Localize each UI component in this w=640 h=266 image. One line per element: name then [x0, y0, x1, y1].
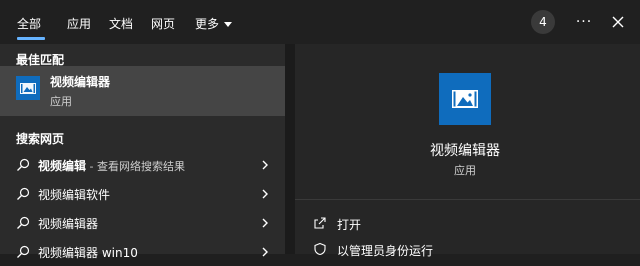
web-result-main: 视频编辑器 win10	[38, 246, 138, 260]
best-match-title: 视频编辑器	[50, 75, 111, 89]
web-result-text: 视频编辑 - 查看网络搜索结果	[38, 157, 185, 174]
open-action-label: 打开	[337, 218, 362, 232]
web-result-row[interactable]: 视频编辑软件	[0, 180, 285, 208]
pane-divider	[285, 44, 295, 254]
chevron-right-icon[interactable]	[260, 188, 270, 200]
search-icon	[17, 245, 30, 258]
web-result-row[interactable]: 视频编辑器 win10	[0, 238, 285, 266]
tab-more[interactable]: 更多	[195, 15, 233, 32]
search-icon	[17, 158, 30, 171]
chevron-right-icon[interactable]	[260, 246, 270, 258]
web-result-row[interactable]: 视频编辑 - 查看网络搜索结果	[0, 151, 285, 179]
open-icon	[314, 217, 326, 229]
video-editor-app-icon	[439, 73, 491, 125]
web-result-main: 视频编辑软件	[38, 188, 111, 202]
web-search-heading: 搜索网页	[16, 132, 65, 146]
best-match-item[interactable]: 视频编辑器 应用	[0, 66, 285, 116]
web-result-main: 视频编辑	[38, 159, 87, 173]
tab-more-label: 更多	[195, 17, 220, 31]
tab-web[interactable]: 网页	[151, 15, 175, 32]
caret-down-icon	[224, 22, 233, 27]
best-match-subtitle: 应用	[50, 95, 72, 108]
web-result-hint: - 查看网络搜索结果	[86, 160, 185, 173]
rewards-badge[interactable]: 4	[531, 10, 555, 34]
preview-pane: 视频编辑器 应用 打开 以管理员身份运行	[295, 44, 640, 258]
web-result-main: 视频编辑器	[38, 217, 99, 231]
chevron-right-icon[interactable]	[260, 217, 270, 229]
video-editor-app-icon	[16, 76, 40, 100]
more-options-icon[interactable]: ···	[575, 10, 593, 34]
preview-divider	[295, 199, 640, 200]
search-icon	[17, 216, 30, 229]
web-result-row[interactable]: 视频编辑器	[0, 209, 285, 237]
app-subtitle: 应用	[454, 164, 476, 177]
chevron-right-icon[interactable]	[260, 159, 270, 171]
app-title: 视频编辑器	[430, 143, 500, 159]
search-icon	[17, 187, 30, 200]
tab-apps[interactable]: 应用	[67, 15, 91, 32]
tab-documents[interactable]: 文档	[109, 15, 133, 32]
search-header: 全部 应用 文档 网页 更多 4 ···	[0, 0, 640, 44]
close-icon[interactable]	[608, 12, 628, 32]
run-as-admin-label: 以管理员身份运行	[337, 244, 434, 258]
active-tab-indicator	[17, 37, 45, 40]
results-list: 最佳匹配 视频编辑器 应用 搜索网页 视频编辑 - 查看网络搜索结果 视频编辑软…	[0, 44, 285, 260]
tab-all[interactable]: 全部	[17, 15, 41, 32]
